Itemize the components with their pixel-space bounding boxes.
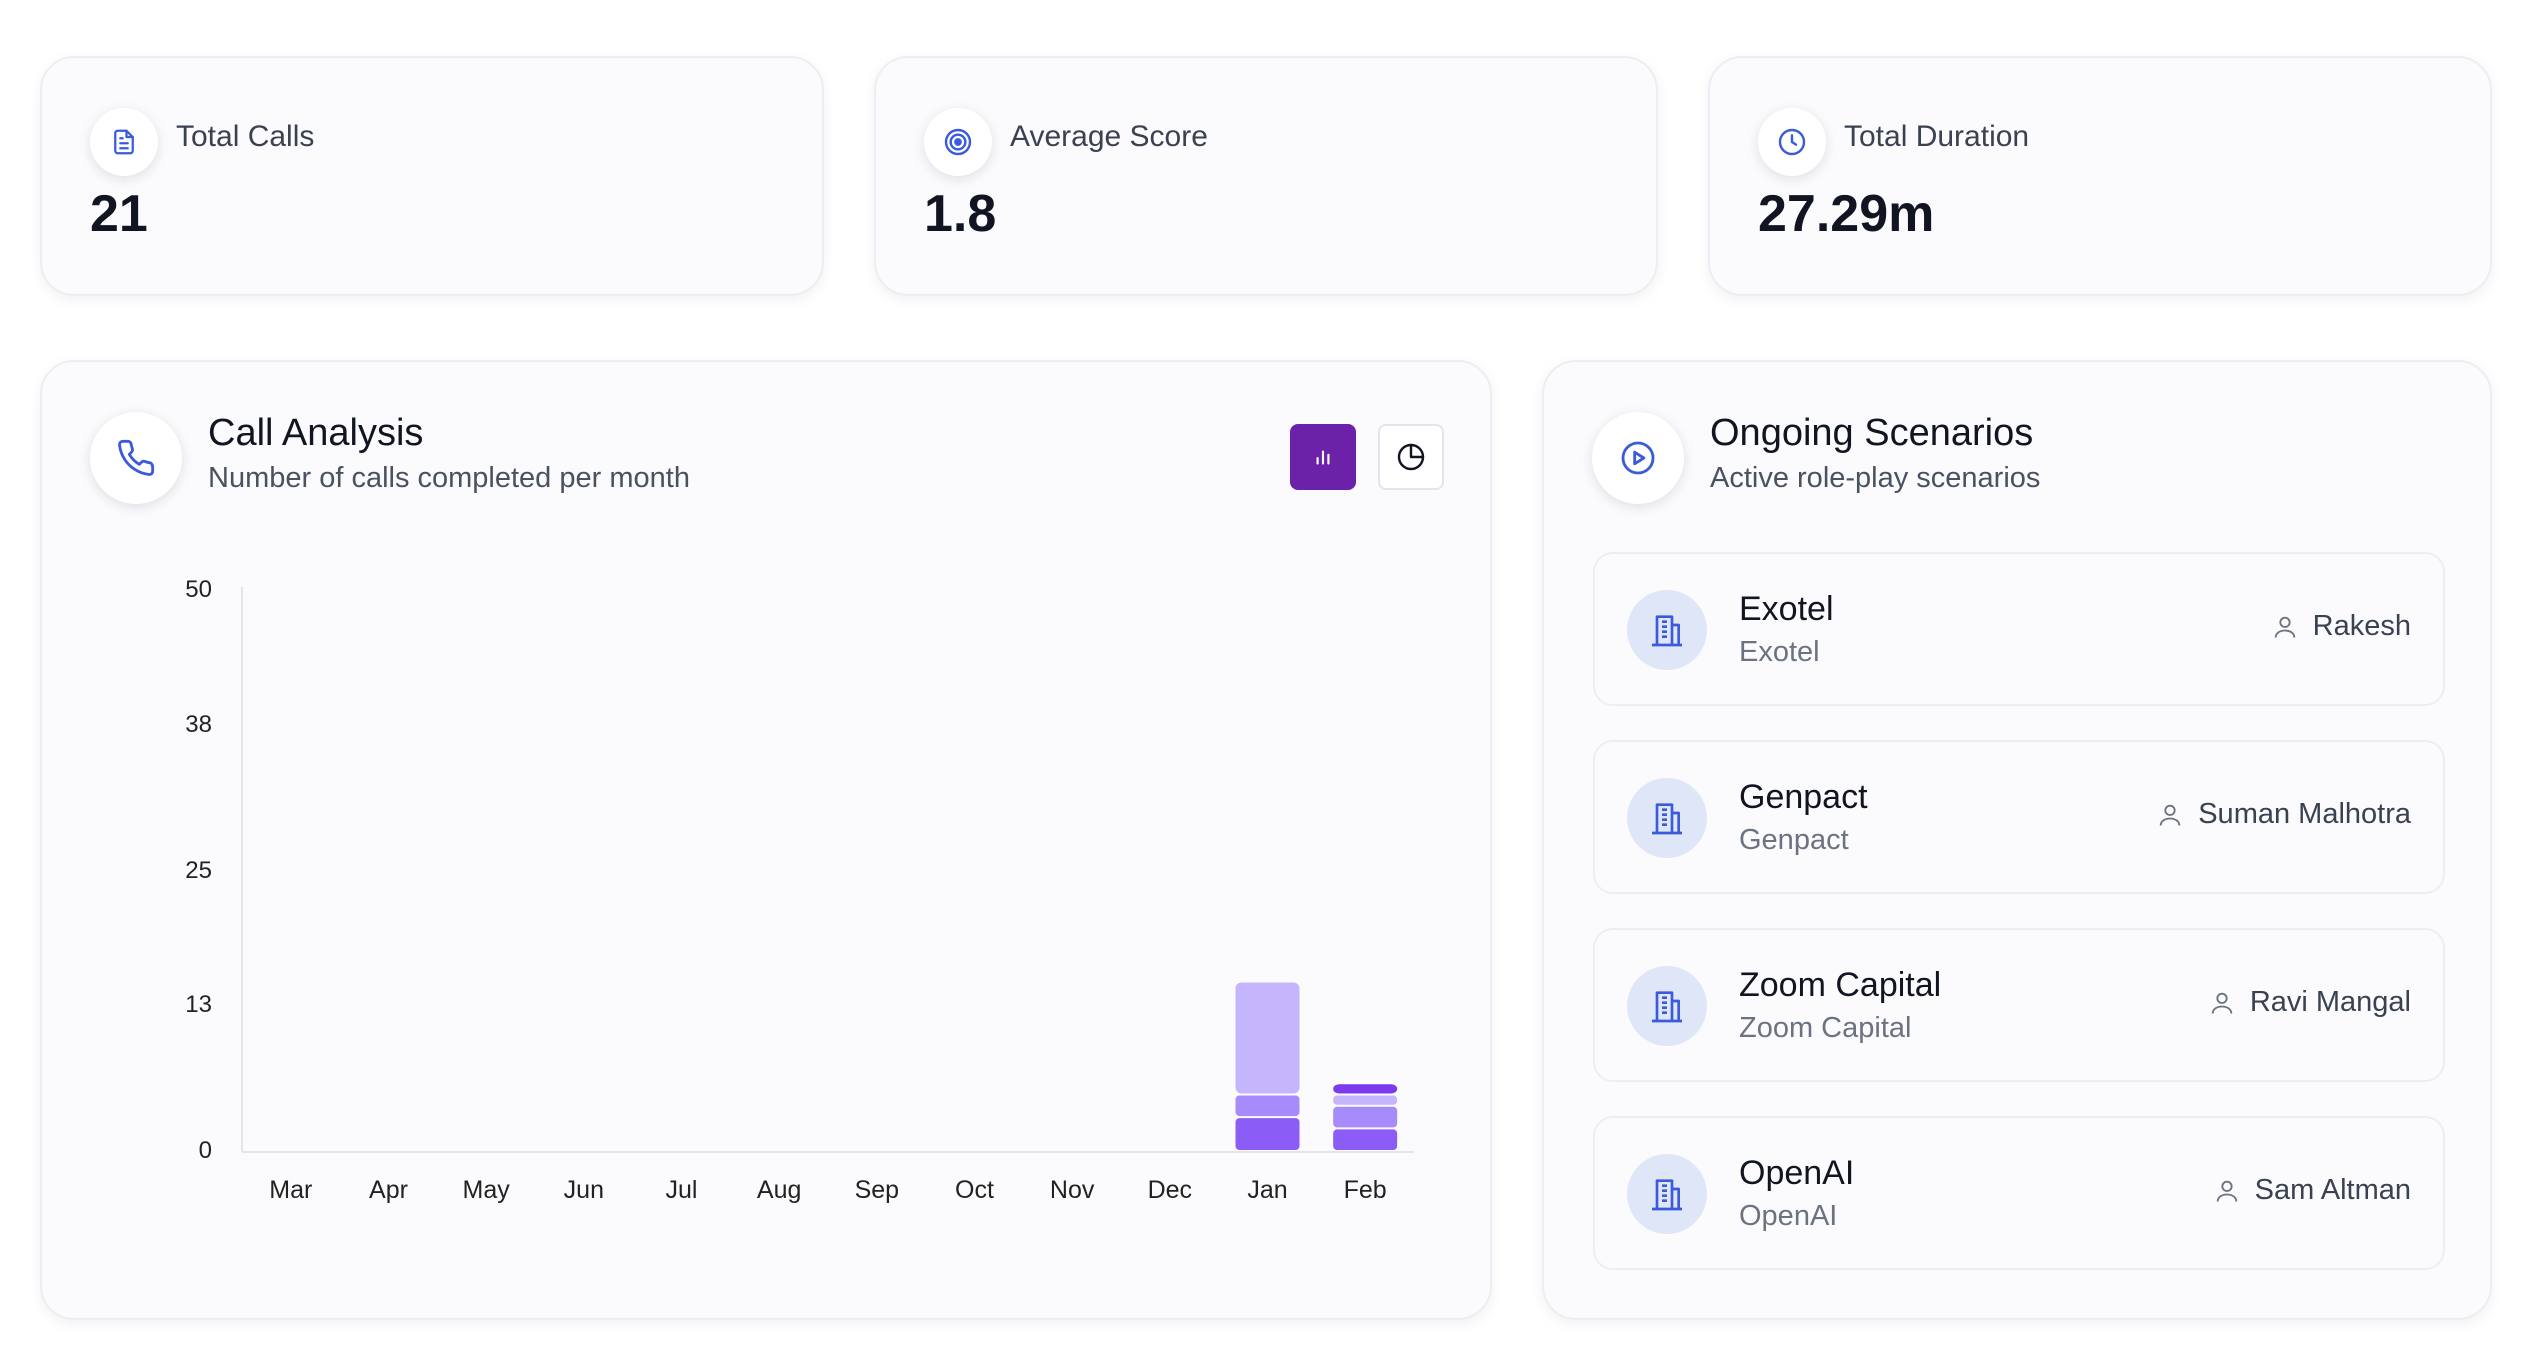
stat-label: Total Duration: [1844, 120, 2030, 153]
scenario-person: Rakesh: [2271, 610, 2411, 643]
scenario-name: Exotel: [1739, 590, 1834, 628]
clock-icon: [1758, 108, 1826, 176]
scenario-name: Genpact: [1739, 778, 1868, 816]
scenario-item-zoom-capital[interactable]: Zoom Capital Zoom Capital Ravi Mangal: [1593, 928, 2445, 1082]
stat-card-average-score: Average Score 1.8: [874, 56, 1658, 296]
user-icon: [2211, 992, 2233, 1014]
stat-value: 21: [90, 185, 148, 243]
scenario-person: Sam Altman: [2213, 1174, 2411, 1207]
building-icon: [1627, 778, 1707, 858]
bar-segment-feb: [1333, 1129, 1398, 1150]
scenario-person: Ravi Mangal: [2208, 986, 2411, 1019]
user-icon: [2216, 1180, 2237, 1202]
x-tick: Apr: [369, 1176, 408, 1204]
user-icon: [2274, 616, 2295, 638]
stat-label: Average Score: [1010, 120, 1208, 153]
stat-label: Total Calls: [176, 120, 315, 153]
scenario-person-name: Ravi Mangal: [2249, 986, 2411, 1018]
panel-title: Ongoing Scenarios: [1710, 412, 2034, 454]
bar-segment-jan: [1235, 982, 1300, 1094]
scenario-company: Genpact: [1739, 824, 1849, 856]
scenario-company: OpenAI: [1739, 1200, 1838, 1232]
scenario-item-genpact[interactable]: Genpact Genpact Suman Malhotra: [1593, 740, 2445, 894]
scenario-name: OpenAI: [1739, 1154, 1855, 1192]
stat-card-total-calls: Total Calls 21: [40, 56, 824, 296]
scenario-item-exotel[interactable]: Exotel Exotel Rakesh: [1593, 552, 2445, 706]
x-tick: Jul: [665, 1176, 698, 1204]
x-tick: Oct: [955, 1176, 994, 1204]
building-icon: [1627, 966, 1707, 1046]
scenario-person-name: Suman Malhotra: [2198, 798, 2411, 830]
target-icon: [924, 108, 992, 176]
bar-segment-feb: [1333, 1095, 1398, 1105]
scenario-name: Zoom Capital: [1739, 966, 1942, 1004]
x-tick: Jan: [1247, 1176, 1288, 1204]
scenario-company: Zoom Capital: [1739, 1012, 1912, 1044]
ongoing-scenarios-panel: Ongoing Scenarios Active role-play scena…: [1542, 360, 2492, 1320]
bar-segment-feb: [1333, 1084, 1398, 1094]
x-tick: Sep: [854, 1176, 900, 1204]
stat-value: 27.29m: [1758, 185, 1935, 243]
scenario-item-openai[interactable]: OpenAI OpenAI Sam Altman: [1593, 1116, 2445, 1270]
x-tick: Feb: [1343, 1176, 1387, 1204]
x-tick: May: [462, 1176, 510, 1204]
stat-card-total-duration: Total Duration 27.29m: [1708, 56, 2492, 296]
scenario-person-name: Sam Altman: [2254, 1174, 2411, 1206]
x-tick: Jun: [563, 1176, 604, 1204]
call-analysis-panel: Call Analysis Number of calls completed …: [40, 360, 1492, 1320]
bar-segment-jan: [1235, 1118, 1300, 1150]
x-tick: Mar: [269, 1176, 313, 1204]
x-tick: Nov: [1049, 1176, 1095, 1204]
bar-segment-jan: [1235, 1095, 1300, 1117]
x-tick: Dec: [1147, 1176, 1193, 1204]
document-icon: [90, 108, 158, 176]
play-circle-icon: [1592, 412, 1684, 504]
building-icon: [1627, 590, 1707, 670]
stat-value: 1.8: [924, 185, 997, 243]
x-tick: Aug: [756, 1176, 802, 1204]
user-icon: [2159, 804, 2181, 826]
bar-segment-feb: [1333, 1106, 1398, 1128]
scenario-company: Exotel: [1739, 636, 1820, 668]
scenario-person: Suman Malhotra: [2156, 798, 2411, 831]
building-icon: [1627, 1154, 1707, 1234]
scenario-person-name: Rakesh: [2312, 610, 2411, 642]
panel-subtitle: Active role-play scenarios: [1710, 462, 2041, 494]
